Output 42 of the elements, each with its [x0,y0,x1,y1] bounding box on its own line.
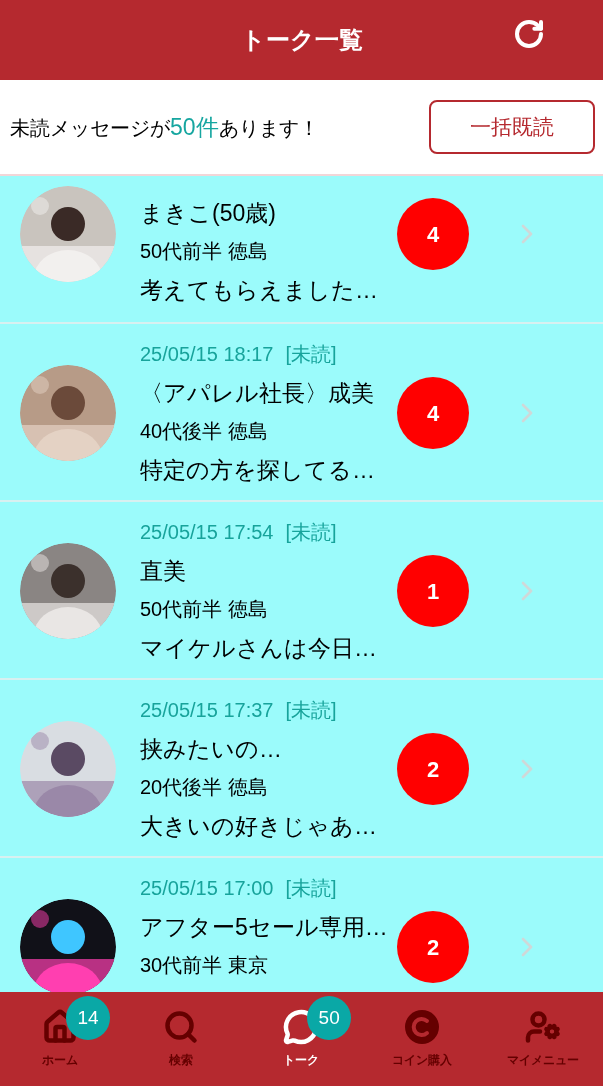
talk-profile: 50代前半 徳島 [140,597,269,622]
unread-count-badge: 2 [397,911,469,983]
talk-message: 考えてもらえました… [140,276,379,305]
talk-date: 25/05/15 18:17 [140,342,274,367]
talk-profile: 50代前半 徳島 [140,239,269,264]
user-settings-icon [524,1009,561,1045]
talk-row[interactable]: 25/05/15 17:37 [未読] 挟みたいの… 20代後半 徳島 大きいの好きじゃあ… 2 [0,680,603,858]
unread-count-badge: 4 [397,377,469,449]
talk-profile: 20代後半 徳島 [140,775,269,800]
home-icon [42,1009,79,1045]
talk-row[interactable]: まきこ(50歳) 50代前半 徳島 考えてもらえました… 4 [0,182,603,324]
unread-count-badge: 2 [397,733,469,805]
coin-icon [404,1009,441,1045]
talk-name: アフター5セール専用… [140,913,389,942]
talk-name: まきこ(50歳) [140,199,277,228]
search-icon [162,1009,199,1045]
count-badge: 50 [307,996,352,1040]
refresh-button[interactable] [513,18,545,50]
mark-all-read-button[interactable]: 一括既読 [429,100,595,154]
talk-message: マイケルさんは今日… [140,634,378,663]
nav-tab[interactable]: トーク 50 [241,992,362,1086]
unread-count-badge: 1 [397,555,469,627]
talk-name: 直美 [140,557,187,586]
talk-row[interactable]: 25/05/15 17:54 [未読] 直美 50代前半 徳島 マイケルさんは今日… 1 [0,502,603,680]
unread-status: [未読] [285,876,337,901]
talk-message: 大きいの好きじゃあ… [140,812,378,841]
header-title: トーク一覧 [240,25,363,55]
talk-name: 挟みたいの… [140,735,283,764]
unread-status: [未読] [285,698,337,723]
talk-profile: 30代前半 東京 [140,953,269,978]
talk-date: 25/05/15 17:54 [140,520,274,545]
talk-name: 〈アパレル社長〉成美 [140,379,375,408]
unread-status: [未読] [285,342,337,367]
unread-status: [未読] [285,520,337,545]
unread-notice: 未読メッセージが50件あります！ [10,112,319,142]
talk-profile: 40代後半 徳島 [140,419,269,444]
talk-date: 25/05/15 17:00 [140,876,274,901]
talk-date: 25/05/15 17:37 [140,698,274,723]
unread-count-badge: 4 [397,198,469,270]
talk-message: 特定の方を探してる… [140,456,376,485]
count-badge: 14 [66,996,110,1040]
talk-row[interactable]: 25/05/15 18:17 [未読] 〈アパレル社長〉成美 40代後半 徳島 特定の方を探してる… 4 [0,324,603,502]
